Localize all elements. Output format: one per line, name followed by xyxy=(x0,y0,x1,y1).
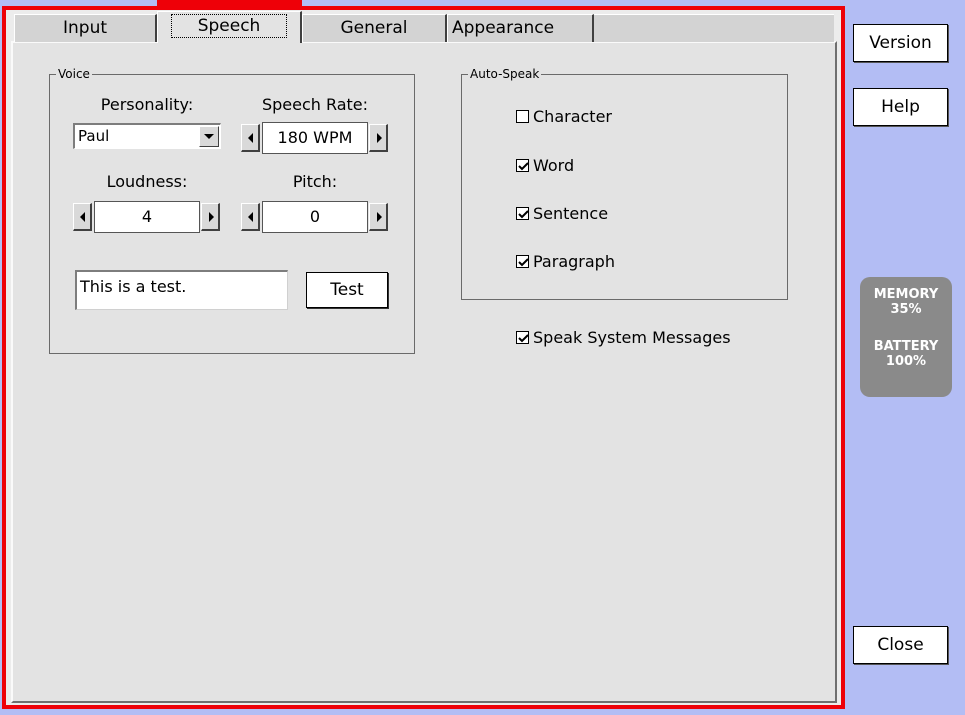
spin-right-arrow-icon[interactable] xyxy=(369,203,388,231)
paragraph-checkbox[interactable]: Paragraph xyxy=(516,253,615,271)
sentence-checkbox[interactable]: Sentence xyxy=(516,205,608,223)
tab-strip-filler xyxy=(594,14,834,42)
tab-general[interactable]: General xyxy=(302,14,447,42)
personality-dropdown[interactable]: Paul xyxy=(73,123,221,149)
speak-system-messages-label: Speak System Messages xyxy=(533,328,731,347)
speak-system-messages-checkbox[interactable]: Speak System Messages xyxy=(516,329,731,347)
paragraph-label: Paragraph xyxy=(533,252,615,271)
loudness-spinner: 4 xyxy=(73,201,221,233)
auto-speak-group: Auto-Speak xyxy=(461,67,788,300)
spin-right-arrow-icon[interactable] xyxy=(201,203,220,231)
tab-appearance-label: Appearance xyxy=(452,18,555,38)
checkmark-icon xyxy=(516,255,529,268)
personality-value: Paul xyxy=(78,127,110,145)
spin-right-arrow-icon[interactable] xyxy=(369,124,388,152)
sentence-label: Sentence xyxy=(533,204,609,223)
pitch-value: 0 xyxy=(262,201,368,233)
pitch-label: Pitch: xyxy=(292,172,338,191)
spin-left-arrow-icon[interactable] xyxy=(241,124,260,152)
pitch-spinner: 0 xyxy=(241,201,389,233)
loudness-value: 4 xyxy=(94,201,200,233)
help-button[interactable]: Help xyxy=(853,88,948,126)
tab-general-label: General xyxy=(340,18,408,38)
close-button[interactable]: Close xyxy=(853,626,948,664)
checkbox-unchecked-icon xyxy=(516,110,529,123)
voice-legend: Voice xyxy=(56,67,92,81)
checkmark-icon xyxy=(516,331,529,344)
speech-rate-spinner: 180 WPM xyxy=(241,122,389,154)
checkmark-icon xyxy=(516,207,529,220)
test-text-input[interactable]: This is a test. xyxy=(75,270,288,310)
combo-arrow-down-icon[interactable] xyxy=(199,126,219,147)
battery-label: BATTERY xyxy=(873,339,939,354)
version-button[interactable]: Version xyxy=(853,24,948,62)
tab-input[interactable]: Input xyxy=(14,14,157,42)
tab-speech[interactable]: Speech xyxy=(157,11,302,43)
spin-left-arrow-icon[interactable] xyxy=(241,203,260,231)
word-label: Word xyxy=(533,156,575,175)
character-label: Character xyxy=(533,107,612,126)
character-checkbox[interactable]: Character xyxy=(516,108,612,126)
word-checkbox[interactable]: Word xyxy=(516,157,574,175)
tab-appearance[interactable]: Appearance xyxy=(447,14,594,42)
speech-rate-value: 180 WPM xyxy=(262,122,368,154)
status-card: MEMORY 35% BATTERY 100% xyxy=(860,277,952,397)
memory-label: MEMORY xyxy=(873,287,939,302)
test-button[interactable]: Test xyxy=(306,272,388,308)
tab-input-label: Input xyxy=(62,18,108,38)
personality-label: Personality: xyxy=(100,95,194,114)
checkmark-icon xyxy=(516,159,529,172)
speech-rate-label: Speech Rate: xyxy=(261,95,369,114)
tab-speech-label: Speech xyxy=(170,14,288,38)
auto-speak-legend: Auto-Speak xyxy=(468,67,542,81)
loudness-label: Loudness: xyxy=(106,172,188,191)
memory-value: 35% xyxy=(890,302,922,317)
battery-value: 100% xyxy=(885,354,927,369)
spin-left-arrow-icon[interactable] xyxy=(73,203,92,231)
